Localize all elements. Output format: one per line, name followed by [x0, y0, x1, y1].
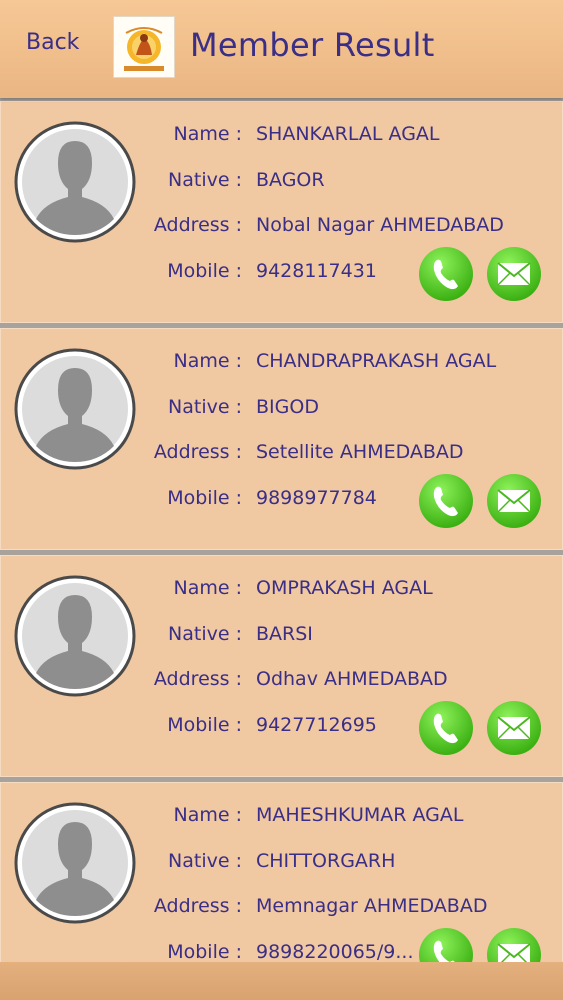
member-native: CHITTORGARH — [256, 850, 396, 872]
address-label: Address : — [153, 668, 242, 690]
name-label: Name : — [173, 577, 243, 599]
name-row: Name : OMPRAKASH AGAL — [0, 573, 563, 603]
envelope-icon[interactable] — [486, 473, 542, 529]
mobile-label: Mobile : — [167, 941, 242, 962]
member-name: SHANKARLAL AGAL — [256, 123, 440, 145]
member-card: Name : MAHESHKUMAR AGAL Native : CHITTOR… — [0, 782, 563, 962]
member-native: BAGOR — [256, 169, 325, 191]
envelope-icon[interactable] — [486, 927, 542, 962]
member-name: MAHESHKUMAR AGAL — [256, 804, 464, 826]
address-row: Address : Setellite AHMEDABAD — [0, 437, 563, 467]
phone-icon[interactable] — [418, 246, 474, 302]
address-row: Address : Nobal Nagar AHMEDABAD — [0, 210, 563, 240]
native-label: Native : — [168, 623, 242, 645]
native-label: Native : — [168, 396, 242, 418]
member-card: Name : SHANKARLAL AGAL Native : BAGOR Ad… — [0, 101, 563, 323]
address-label: Address : — [153, 895, 242, 917]
native-label: Native : — [168, 169, 242, 191]
member-mobile: 9428117431 — [256, 260, 377, 282]
member-mobile: 9898977784 — [256, 487, 377, 509]
phone-icon[interactable] — [418, 927, 474, 962]
name-row: Name : MAHESHKUMAR AGAL — [0, 800, 563, 830]
mobile-row: Mobile : 9898977784 — [0, 483, 563, 513]
member-native: BARSI — [256, 623, 313, 645]
back-button[interactable]: Back — [26, 30, 79, 55]
native-row: Native : BAGOR — [0, 165, 563, 195]
member-address: Odhav AHMEDABAD — [256, 668, 448, 690]
address-row: Address : Memnagar AHMEDABAD — [0, 891, 563, 921]
member-address: Memnagar AHMEDABAD — [256, 895, 488, 917]
member-address: Nobal Nagar AHMEDABAD — [256, 214, 504, 236]
phone-icon[interactable] — [418, 700, 474, 756]
member-mobile: 9427712695 — [256, 714, 377, 736]
name-label: Name : — [173, 350, 243, 372]
logo-icon — [113, 16, 175, 78]
mobile-label: Mobile : — [167, 260, 242, 282]
native-label: Native : — [168, 850, 242, 872]
app-header: Back Member Result — [0, 0, 563, 98]
phone-icon[interactable] — [418, 473, 474, 529]
member-mobile: 9898220065/9... — [256, 941, 414, 962]
mobile-label: Mobile : — [167, 487, 242, 509]
mobile-row: Mobile : 9898220065/9... — [0, 937, 563, 962]
native-row: Native : CHITTORGARH — [0, 846, 563, 876]
address-label: Address : — [153, 441, 242, 463]
member-name: OMPRAKASH AGAL — [256, 577, 433, 599]
footer-bar — [0, 962, 563, 1000]
envelope-icon[interactable] — [486, 246, 542, 302]
name-label: Name : — [173, 804, 243, 826]
member-card: Name : CHANDRAPRAKASH AGAL Native : BIGO… — [0, 328, 563, 550]
member-name: CHANDRAPRAKASH AGAL — [256, 350, 497, 372]
member-list[interactable]: Name : SHANKARLAL AGAL Native : BAGOR Ad… — [0, 98, 563, 962]
member-card: Name : OMPRAKASH AGAL Native : BARSI Add… — [0, 555, 563, 777]
mobile-row: Mobile : 9428117431 — [0, 256, 563, 286]
name-row: Name : SHANKARLAL AGAL — [0, 119, 563, 149]
mobile-row: Mobile : 9427712695 — [0, 710, 563, 740]
page-title: Member Result — [190, 26, 435, 64]
name-row: Name : CHANDRAPRAKASH AGAL — [0, 346, 563, 376]
member-native: BIGOD — [256, 396, 319, 418]
member-address: Setellite AHMEDABAD — [256, 441, 464, 463]
address-label: Address : — [153, 214, 242, 236]
name-label: Name : — [173, 123, 243, 145]
native-row: Native : BARSI — [0, 619, 563, 649]
native-row: Native : BIGOD — [0, 392, 563, 422]
mobile-label: Mobile : — [167, 714, 242, 736]
address-row: Address : Odhav AHMEDABAD — [0, 664, 563, 694]
envelope-icon[interactable] — [486, 700, 542, 756]
